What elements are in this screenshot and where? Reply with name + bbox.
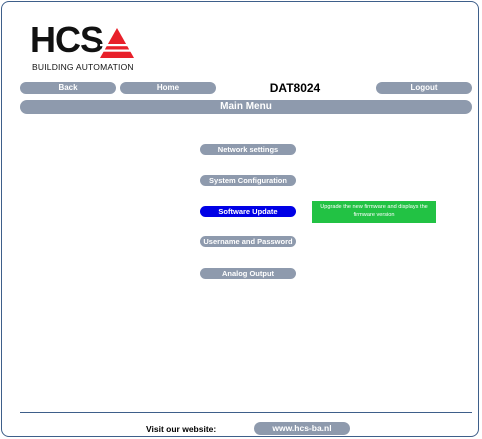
software-update-button[interactable]: Software Update <box>200 206 296 217</box>
visit-label: Visit our website: <box>146 424 217 434</box>
back-button[interactable]: Back <box>20 82 116 94</box>
analog-output-button[interactable]: Analog Output <box>200 268 296 279</box>
username-password-button[interactable]: Username and Password <box>200 236 296 247</box>
home-button[interactable]: Home <box>120 82 216 94</box>
logo-subtitle: BUILDING AUTOMATION <box>32 62 134 72</box>
page-title: Main Menu <box>20 100 472 114</box>
footer-divider <box>20 412 472 413</box>
system-configuration-button[interactable]: System Configuration <box>200 175 296 186</box>
logo-triangle-icon <box>100 28 134 58</box>
hcs-logo: HCS BUILDING AUTOMATION <box>30 20 140 74</box>
logout-button[interactable]: Logout <box>376 82 472 94</box>
website-link-button[interactable]: www.hcs-ba.nl <box>254 422 350 435</box>
page-frame: HCS BUILDING AUTOMATION Back Home DAT802… <box>1 1 479 437</box>
software-update-tooltip: Upgrade the new firmware and displays th… <box>312 201 436 223</box>
logo-text: HCS <box>30 19 104 60</box>
network-settings-button[interactable]: Network settings <box>200 144 296 155</box>
device-name: DAT8024 <box>269 81 321 95</box>
